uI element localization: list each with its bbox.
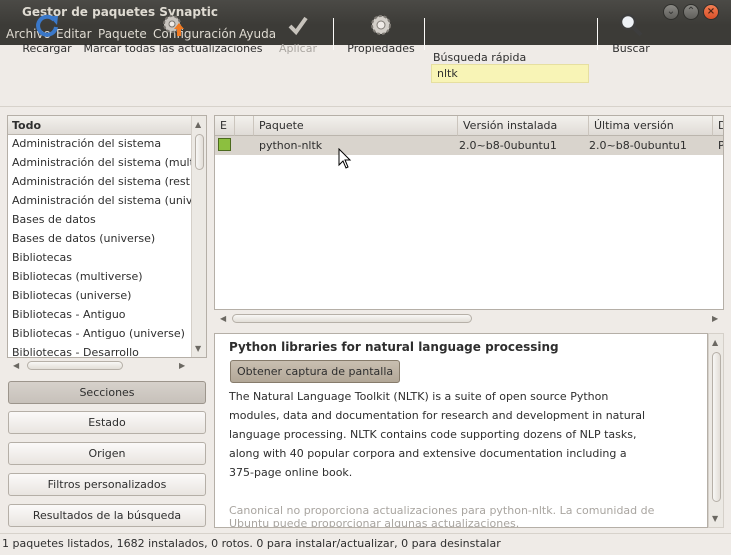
column-latest-version[interactable]: Última versión (589, 116, 713, 136)
column-installed-version[interactable]: Versión instalada (458, 116, 589, 136)
scroll-right-icon[interactable]: ▶ (712, 314, 718, 323)
reload-button[interactable]: Recargar (20, 10, 74, 58)
apply-button[interactable]: Aplicar (274, 10, 322, 58)
package-horizontal-scrollbar[interactable]: ◀ ▶ (214, 311, 724, 326)
origin-filter-button[interactable]: Origen (8, 442, 206, 465)
sections-list: Todo Administración del sistema Administ… (7, 115, 207, 358)
mark-all-upgrades-button[interactable]: Marcar todas las actualizaciones (83, 10, 263, 58)
apply-label: Aplicar (279, 42, 317, 55)
support-line: Ubuntu puede proporcionar algunas actual… (229, 517, 520, 528)
quick-search-label: Búsqueda rápida (433, 51, 527, 64)
column-support[interactable] (235, 116, 254, 136)
description-line: along with 40 popular corpora and extens… (229, 447, 627, 460)
close-icon[interactable]: × (703, 4, 719, 20)
list-item[interactable]: Bibliotecas (multiverse) (8, 268, 206, 287)
scrollbar-thumb[interactable] (27, 361, 123, 370)
status-text: 1 paquetes listados, 1682 instalados, 0 … (2, 537, 501, 550)
sections-vertical-scrollbar[interactable]: ▲ ▼ (191, 116, 206, 357)
installed-version: 2.0~b8-0ubuntu1 (459, 139, 557, 152)
description-line: modules, data and documentation for rese… (229, 409, 646, 422)
table-row[interactable]: python-nltk 2.0~b8-0ubuntu1 2.0~b8-0ubun… (215, 136, 724, 155)
reload-icon (36, 14, 58, 37)
minimize-icon[interactable]: ⌄ (663, 4, 679, 20)
column-status[interactable]: E (215, 116, 235, 136)
mark-all-upgrades-label: Marcar todas las actualizaciones (83, 42, 263, 55)
package-name: python-nltk (259, 139, 323, 152)
scrollbar-thumb[interactable] (195, 134, 204, 170)
installed-status-icon[interactable] (218, 138, 231, 151)
list-item[interactable]: Administración del sistema (8, 135, 206, 154)
properties-label: Propiedades (347, 42, 415, 55)
list-item[interactable]: Administración del sistema (restricted) (8, 173, 206, 192)
search-label: Buscar (612, 42, 650, 55)
description-title: Python libraries for natural language pr… (229, 340, 559, 354)
scrollbar-thumb[interactable] (712, 352, 721, 502)
properties-button[interactable]: Propiedades (345, 10, 417, 58)
support-line: Canonical no proporciona actualizaciones… (229, 504, 655, 517)
scroll-left-icon[interactable]: ◀ (13, 361, 19, 370)
list-item[interactable]: Bases de datos (universe) (8, 230, 206, 249)
get-screenshot-button[interactable]: Obtener captura de pantalla (230, 360, 401, 383)
properties-gear-icon (371, 15, 391, 35)
search-icon (619, 13, 643, 37)
column-package[interactable]: Paquete (254, 116, 458, 136)
status-bar: 1 paquetes listados, 1682 instalados, 0 … (0, 533, 731, 555)
search-results-button[interactable]: Resultados de la búsqueda (8, 504, 206, 527)
sections-horizontal-scrollbar[interactable]: ◀ ▶ (7, 358, 207, 373)
checkmark-icon (288, 16, 308, 36)
description-line: The Natural Language Toolkit (NLTK) is a… (229, 390, 609, 403)
scroll-up-icon[interactable]: ▲ (712, 338, 718, 347)
quick-search-input[interactable]: nltk (431, 64, 589, 83)
description-line: 375-page online book. (229, 466, 353, 479)
toolbar-separator (424, 18, 425, 50)
column-description[interactable]: D (713, 116, 723, 136)
description-vertical-scrollbar[interactable]: ▲ ▼ (708, 333, 724, 528)
sections-header[interactable]: Todo (8, 116, 206, 135)
list-item[interactable]: Bases de datos (8, 211, 206, 230)
toolbar-separator (333, 18, 334, 50)
mouse-cursor-icon (338, 148, 352, 169)
sections-filter-button[interactable]: Secciones (8, 381, 206, 404)
reload-label: Recargar (22, 42, 72, 55)
scroll-up-icon[interactable]: ▲ (195, 120, 201, 129)
status-filter-button[interactable]: Estado (8, 411, 206, 434)
search-button[interactable]: Buscar (608, 10, 654, 58)
gear-upgrade-icon (163, 15, 184, 36)
scrollbar-thumb[interactable] (232, 314, 472, 323)
list-item[interactable]: Administración del sistema (universe) (8, 192, 206, 211)
list-item[interactable]: Bibliotecas - Antiguo (8, 306, 206, 325)
scroll-left-icon[interactable]: ◀ (220, 314, 226, 323)
description-pane: Python libraries for natural language pr… (214, 333, 708, 528)
description-line: language processing. NLTK contains code … (229, 428, 637, 441)
list-item[interactable]: Bibliotecas (8, 249, 206, 268)
maximize-icon[interactable]: ⌃ (683, 4, 699, 20)
scroll-down-icon[interactable]: ▼ (712, 514, 718, 523)
list-item[interactable]: Bibliotecas - Desarrollo (8, 344, 206, 357)
latest-version: 2.0~b8-0ubuntu1 (589, 139, 687, 152)
toolbar-separator (597, 18, 598, 50)
custom-filters-button[interactable]: Filtros personalizados (8, 473, 206, 496)
list-item[interactable]: Bibliotecas (universe) (8, 287, 206, 306)
scroll-down-icon[interactable]: ▼ (195, 344, 201, 353)
package-table: E Paquete Versión instalada Última versi… (214, 115, 724, 310)
list-item[interactable]: Bibliotecas - Antiguo (universe) (8, 325, 206, 344)
list-item[interactable]: Administración del sistema (multiverse) (8, 154, 206, 173)
scroll-right-icon[interactable]: ▶ (179, 361, 185, 370)
package-description: P (718, 139, 724, 152)
